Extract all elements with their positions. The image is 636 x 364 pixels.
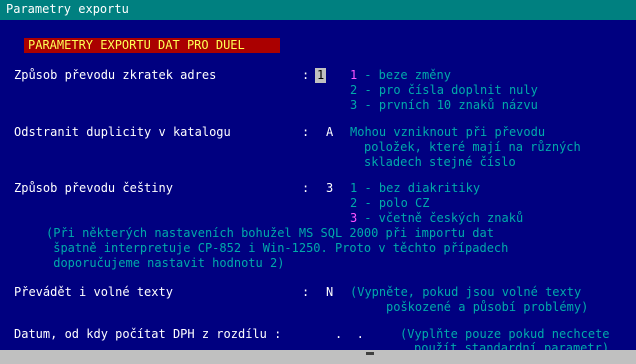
vat-date-input[interactable]: . . bbox=[335, 327, 364, 342]
hint-line-2: položek, které mají na různých bbox=[364, 140, 581, 154]
warning-line-2: špatně interpretuje CP-852 i Win-1250. P… bbox=[46, 241, 509, 255]
option-text-2: 2 - polo CZ bbox=[350, 196, 430, 210]
hint-line-2: poškozené a působí problémy) bbox=[386, 300, 589, 314]
separator: : bbox=[302, 285, 310, 299]
czech-conversion-input[interactable]: 3 bbox=[326, 181, 333, 196]
option-text-3: 3 - prvních 10 znaků názvu bbox=[350, 98, 538, 112]
separator: : bbox=[302, 125, 310, 139]
label-remove-duplicates: Odstranit duplicity v katalogu bbox=[14, 125, 231, 139]
label-free-texts: Převádět i volné texty bbox=[14, 285, 173, 299]
separator: : bbox=[302, 181, 310, 195]
window-title: Parametry exportu bbox=[0, 0, 636, 20]
status-bar bbox=[0, 350, 636, 364]
section-header: PARAMETRY EXPORTU DAT PRO DUEL bbox=[24, 38, 280, 53]
hint-line-1: (Vyplňte pouze pokud nechcete bbox=[400, 327, 610, 341]
label-czech-conversion: Způsob převodu češtiny bbox=[14, 181, 173, 195]
label-address-abbrev: Způsob převodu zkratek adres bbox=[14, 68, 217, 82]
hint-line-1: (Vypněte, pokud jsou volné texty bbox=[350, 285, 582, 299]
warning-line-1: (Při některých nastaveních bohužel MS SQ… bbox=[46, 226, 494, 240]
option-text-1: 1 - bez diakritiky bbox=[350, 181, 481, 195]
cursor-icon bbox=[366, 352, 374, 355]
free-texts-input[interactable]: N bbox=[326, 285, 333, 300]
label-vat-date: Datum, od kdy počítat DPH z rozdílu : bbox=[14, 327, 282, 341]
option-text-2: 2 - pro čísla doplnit nuly bbox=[350, 83, 538, 97]
separator: : bbox=[302, 68, 310, 82]
option-text-1: - beze změny bbox=[357, 68, 451, 82]
hint-line-3: skladech stejné číslo bbox=[364, 155, 516, 169]
hint-line-1: Mohou vzniknout při převodu bbox=[350, 125, 546, 139]
remove-duplicates-input[interactable]: A bbox=[326, 125, 333, 140]
address-abbrev-input[interactable]: 1 bbox=[315, 68, 327, 83]
warning-line-3: doporučujeme nastavit hodnotu 2) bbox=[46, 256, 285, 270]
option-text-3: - včetně českých znaků bbox=[357, 211, 524, 225]
